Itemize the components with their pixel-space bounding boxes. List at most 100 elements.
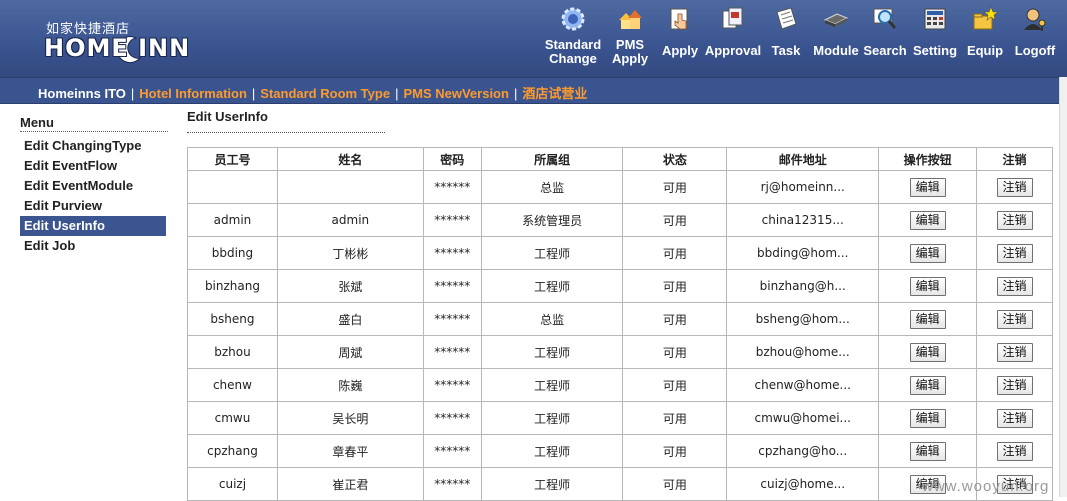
table-row: admin admin ****** 系统管理员 可用 china12315... 编辑 注销 xyxy=(187,203,1053,237)
cell-actions: 编辑 xyxy=(878,203,978,237)
column-header-email: 邮件地址 xyxy=(726,147,880,171)
logout-user-button[interactable]: 注销 xyxy=(996,309,1033,329)
nav-pms-apply-button[interactable]: PMS Apply xyxy=(606,0,654,77)
menu-item-edit-eventflow[interactable]: Edit EventFlow xyxy=(20,156,168,176)
logout-user-button[interactable]: 注销 xyxy=(996,408,1033,428)
subnav-homeinns-ito-link[interactable]: Homeinns ITO xyxy=(38,86,126,101)
cell-name: 崔正君 xyxy=(276,467,424,501)
cell-actions: 编辑 xyxy=(878,401,978,435)
edit-button[interactable]: 编辑 xyxy=(909,342,946,362)
nav-apply-button[interactable]: Apply xyxy=(656,0,704,77)
nav-module-button[interactable]: Module xyxy=(810,0,862,77)
edit-button[interactable]: 编辑 xyxy=(909,177,946,197)
cell-email: china12315... xyxy=(726,203,880,237)
table-row: bbding 丁彬彬 ****** 工程师 可用 bbding@hom... 编辑 注销 xyxy=(187,236,1053,270)
cell-group: 总监 xyxy=(480,302,624,336)
menu-item-edit-job[interactable]: Edit Job xyxy=(20,236,168,256)
logout-user-button[interactable]: 注销 xyxy=(996,243,1033,263)
cell-email: bbding@hom... xyxy=(726,236,880,270)
cell-employee-id: binzhang xyxy=(187,269,278,303)
title-divider xyxy=(187,132,385,133)
folder-star-icon xyxy=(973,6,998,30)
table-body: ****** 总监 可用 rj@homeinn... 编辑 注销 admin admin ***… xyxy=(187,170,1053,501)
user-table-container: 员工号 姓名 密码 所属组 状态 邮件地址 操作按钮 注销 ****** 总监 可用… xyxy=(187,147,1053,501)
cell-name: 丁彬彬 xyxy=(276,236,424,270)
notepad-icon xyxy=(776,7,797,30)
edit-button[interactable]: 编辑 xyxy=(909,210,946,230)
edit-button[interactable]: 编辑 xyxy=(909,408,946,428)
menu-item-edit-eventmodule[interactable]: Edit EventModule xyxy=(20,176,168,196)
cell-actions: 编辑 xyxy=(878,269,978,303)
cell-status: 可用 xyxy=(622,467,728,501)
nav-equip-button[interactable]: Equip xyxy=(962,0,1008,77)
cell-status: 可用 xyxy=(622,269,728,303)
cell-logout: 注销 xyxy=(976,401,1053,435)
logout-user-button[interactable]: 注销 xyxy=(996,210,1033,230)
homeinn-logo[interactable]: 如家快捷酒店 HOME INN xyxy=(8,4,193,70)
cell-actions: 编辑 xyxy=(878,170,978,204)
vertical-scrollbar[interactable] xyxy=(1059,77,1067,497)
edit-button[interactable]: 编辑 xyxy=(909,276,946,296)
cell-password: ****** xyxy=(422,269,482,303)
edit-button[interactable]: 编辑 xyxy=(909,243,946,263)
cell-group: 总监 xyxy=(480,170,624,204)
logout-user-button[interactable]: 注销 xyxy=(996,342,1033,362)
column-header-password: 密码 xyxy=(422,147,482,171)
nav-standard-change-button[interactable]: Standard Change xyxy=(540,0,606,77)
menu-title: Menu xyxy=(20,115,168,132)
subnav-hotel-information-link[interactable]: Hotel Information xyxy=(139,86,247,101)
nav-approval-button[interactable]: Approval xyxy=(704,0,762,77)
edit-button[interactable]: 编辑 xyxy=(909,375,946,395)
cell-group: 工程师 xyxy=(480,401,624,435)
menu-item-edit-purview[interactable]: Edit Purview xyxy=(20,196,168,216)
table-row: bsheng 盛白 ****** 总监 可用 bsheng@hom... 编辑 注销 xyxy=(187,302,1053,336)
user-table: 员工号 姓名 密码 所属组 状态 邮件地址 操作按钮 注销 ****** 总监 可用… xyxy=(187,147,1053,501)
subnav-separator: | xyxy=(395,86,399,101)
cell-group: 工程师 xyxy=(480,434,624,468)
cell-group: 工程师 xyxy=(480,236,624,270)
table-row: bzhou 周斌 ****** 工程师 可用 bzhou@home... 编辑 注销 xyxy=(187,335,1053,369)
subnav-separator: | xyxy=(130,86,135,101)
nav-label: Module xyxy=(813,43,859,58)
cell-password: ****** xyxy=(422,434,482,468)
cell-logout: 注销 xyxy=(976,236,1053,270)
subnav-standard-room-type-link[interactable]: Standard Room Type xyxy=(260,86,390,101)
logout-user-button[interactable]: 注销 xyxy=(996,441,1033,461)
subnav-pms-newversion-link[interactable]: PMS NewVersion xyxy=(403,86,508,101)
cell-password: ****** xyxy=(422,302,482,336)
nav-search-button[interactable]: Search xyxy=(862,0,908,77)
cell-logout: 注销 xyxy=(976,434,1053,468)
page-title: Edit UserInfo xyxy=(187,109,268,124)
nav-task-button[interactable]: Task xyxy=(764,0,808,77)
nav-label: Search xyxy=(863,43,907,58)
subnav-separator: | xyxy=(513,86,518,101)
cell-email: bzhou@home... xyxy=(726,335,880,369)
menu-item-edit-userinfo[interactable]: Edit UserInfo xyxy=(20,216,166,236)
column-header-name: 姓名 xyxy=(276,147,424,171)
nav-setting-button[interactable]: Setting xyxy=(910,0,960,77)
cell-password: ****** xyxy=(422,368,482,402)
user-key-icon xyxy=(1024,8,1046,31)
cell-employee-id: bbding xyxy=(187,236,278,270)
edit-button[interactable]: 编辑 xyxy=(909,441,946,461)
side-menu: Menu Edit ChangingType Edit EventFlow Ed… xyxy=(20,115,168,256)
cell-status: 可用 xyxy=(622,302,728,336)
cell-group: 工程师 xyxy=(480,368,624,402)
edit-button[interactable]: 编辑 xyxy=(909,309,946,329)
cell-status: 可用 xyxy=(622,170,728,204)
cell-name: 陈巍 xyxy=(276,368,424,402)
logout-user-button[interactable]: 注销 xyxy=(996,375,1033,395)
menu-item-edit-changingtype[interactable]: Edit ChangingType xyxy=(20,136,168,156)
logout-user-button[interactable]: 注销 xyxy=(996,276,1033,296)
cell-status: 可用 xyxy=(622,335,728,369)
cell-status: 可用 xyxy=(622,203,728,237)
column-header-status: 状态 xyxy=(622,147,728,171)
logout-user-button[interactable]: 注销 xyxy=(996,177,1033,197)
cell-name: admin xyxy=(276,203,424,237)
cell-password: ****** xyxy=(422,335,482,369)
cell-employee-id: admin xyxy=(187,203,278,237)
nav-logoff-button[interactable]: Logoff xyxy=(1010,0,1060,77)
cell-password: ****** xyxy=(422,467,482,501)
subnav-hotel-trial-operation-link[interactable]: 酒店试营业 xyxy=(522,86,587,101)
column-header-actions: 操作按钮 xyxy=(878,147,978,171)
